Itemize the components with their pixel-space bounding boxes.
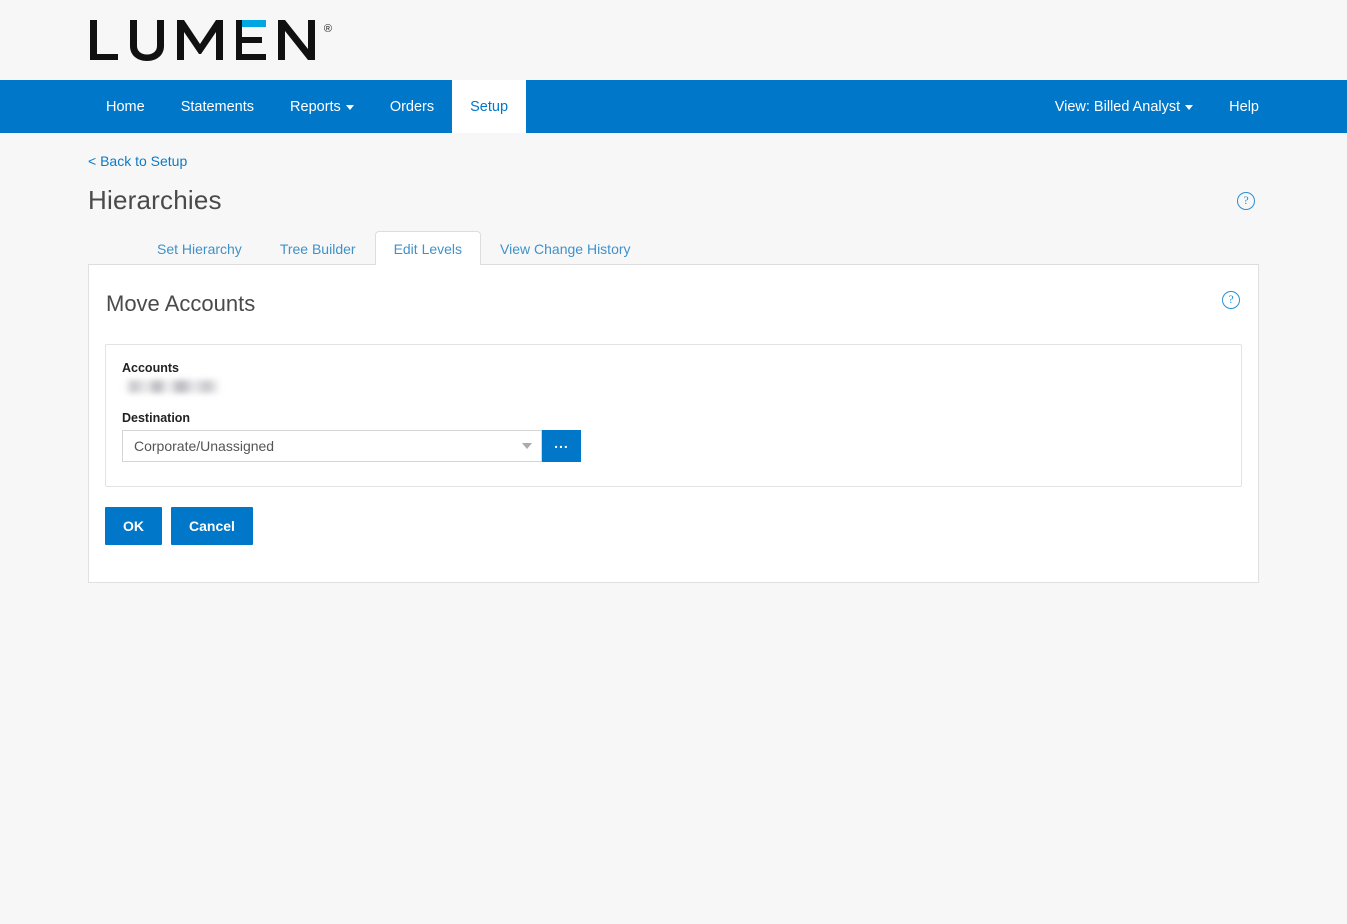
nav-item-label: Statements [180, 98, 255, 115]
question-circle-icon-page[interactable]: ? [1237, 191, 1255, 210]
primary-navigation: Home Statements Reports Orders Setup Vie… [0, 80, 1347, 133]
nav-left-group: Home Statements Reports Orders Setup [0, 80, 527, 133]
accounts-field: Accounts [122, 361, 1225, 393]
accounts-label: Accounts [122, 361, 179, 375]
nav-item-reports[interactable]: Reports [272, 80, 372, 133]
chevron-down-icon [1185, 105, 1194, 110]
accounts-value-redacted [125, 380, 221, 393]
destination-field: Destination Corporate/Unassigned ... [122, 411, 1225, 462]
tab-set-hierarchy[interactable]: Set Hierarchy [138, 231, 261, 265]
tab-label: Tree Builder [279, 241, 356, 257]
nav-item-label: Setup [470, 98, 509, 115]
page-title: Hierarchies [88, 185, 222, 215]
nav-item-view-role[interactable]: View: Billed Analyst [1037, 80, 1211, 133]
nav-item-label: Reports [290, 98, 341, 115]
destination-browse-button[interactable]: ... [542, 430, 581, 462]
nav-item-label: Orders [389, 98, 435, 115]
tab-label: View Change History [500, 241, 631, 257]
ok-button[interactable]: OK [105, 507, 162, 545]
nav-item-label: Help [1229, 98, 1259, 115]
panel-title: Move Accounts [106, 291, 256, 316]
destination-selected-value: Corporate/Unassigned [134, 438, 275, 454]
brand-header: ® [0, 0, 1347, 80]
nav-item-help[interactable]: Help [1211, 80, 1277, 133]
nav-item-label: Home [106, 98, 145, 115]
panel-actions: OK Cancel [105, 507, 1242, 545]
page-body: < Back to Setup Hierarchies ? Set Hierar… [0, 133, 1347, 583]
chevron-down-icon [345, 105, 354, 110]
cancel-button[interactable]: Cancel [171, 507, 253, 545]
question-circle-icon-panel[interactable]: ? [1222, 291, 1240, 309]
hierarchy-tabs: Set Hierarchy Tree Builder Edit Levels V… [88, 230, 1259, 265]
tab-view-change-history[interactable]: View Change History [481, 231, 649, 265]
nav-item-label: View: Billed Analyst [1054, 98, 1181, 115]
nav-item-statements[interactable]: Statements [163, 80, 272, 133]
tab-edit-levels[interactable]: Edit Levels [374, 231, 482, 265]
lumen-logo-svg [90, 20, 315, 61]
tab-label: Set Hierarchy [157, 241, 242, 257]
tab-label: Edit Levels [393, 241, 463, 257]
page-title-row: Hierarchies ? [88, 185, 1259, 216]
panel-header: Move Accounts ? [105, 291, 1242, 317]
nav-item-orders[interactable]: Orders [372, 80, 452, 133]
nav-right-group: View: Billed Analyst Help [1037, 80, 1347, 133]
lumen-logo[interactable]: ® [88, 18, 332, 62]
nav-item-setup[interactable]: Setup [452, 80, 527, 133]
move-accounts-panel: Move Accounts ? Accounts Destination Cor… [88, 265, 1259, 583]
nav-item-home[interactable]: Home [88, 80, 163, 133]
registered-trademark-symbol: ® [323, 23, 332, 35]
tab-tree-builder[interactable]: Tree Builder [261, 231, 375, 265]
destination-control-row: Corporate/Unassigned ... [122, 430, 1225, 462]
destination-label: Destination [122, 411, 191, 425]
move-accounts-fieldset: Accounts Destination Corporate/Unassigne… [105, 344, 1242, 487]
back-to-setup-link[interactable]: < Back to Setup [88, 153, 187, 169]
destination-select[interactable]: Corporate/Unassigned [122, 430, 542, 462]
chevron-down-icon [522, 443, 532, 449]
